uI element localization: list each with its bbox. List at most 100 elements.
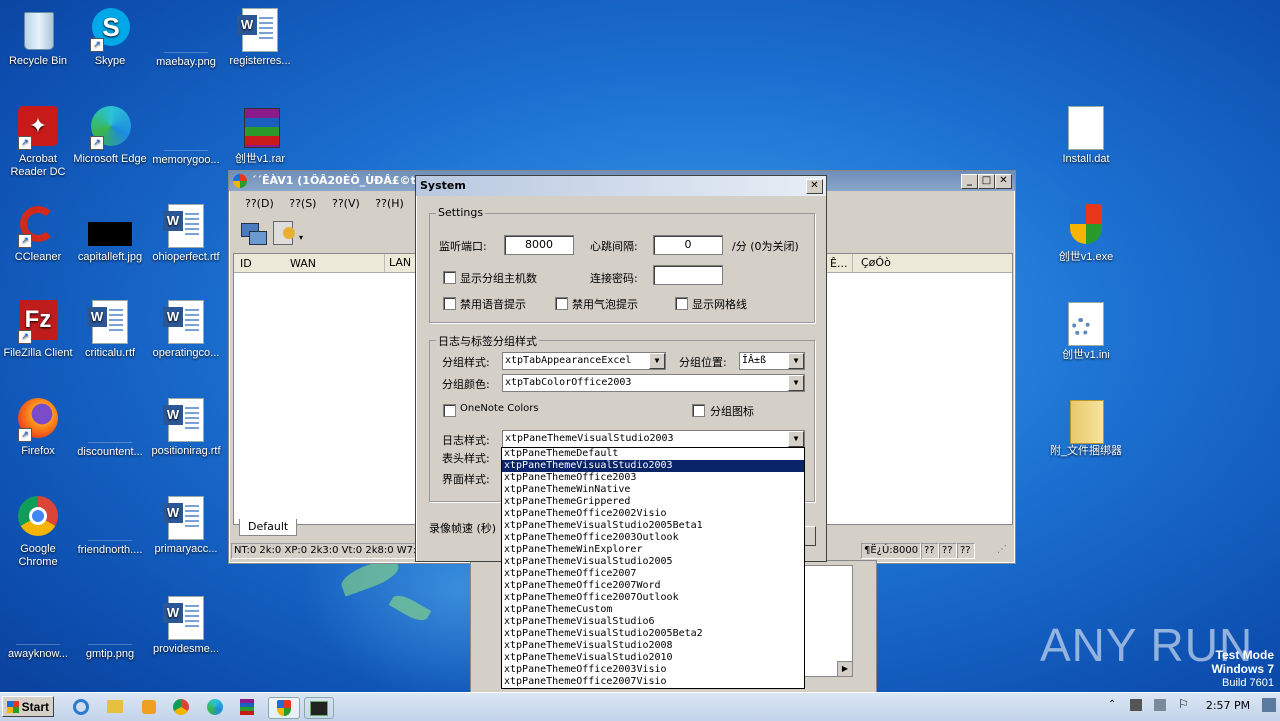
show-desktop-button[interactable]	[1262, 698, 1276, 712]
desktop-icon-positionirag[interactable]: W positionirag.rtf	[148, 398, 224, 458]
close-button[interactable]: ✕	[995, 174, 1012, 189]
desktop-icon-discountent[interactable]: discountent...	[72, 398, 148, 459]
show-grid-checkbox[interactable]	[675, 297, 688, 310]
desktop-icon-operatingco[interactable]: W operatingco...	[148, 300, 224, 360]
tray-network-icon[interactable]	[1154, 699, 1166, 711]
desktop-icon-awayknow[interactable]: awayknow...	[0, 600, 76, 661]
dropdown-option[interactable]: xtpPaneThemeVisualStudio2003	[502, 460, 804, 472]
chevron-down-icon[interactable]: ▼	[788, 431, 804, 447]
dropdown-option[interactable]: xtpPaneThemeOffice2007Visio	[502, 676, 804, 688]
group-style-select[interactable]: xtpTabAppearanceExcel ▼	[502, 352, 666, 370]
dropdown-option[interactable]: xtpPaneThemeVisualStudio2005Beta2	[502, 628, 804, 640]
dropdown-option[interactable]: xtpPaneThemeVisualStudio2010	[502, 652, 804, 664]
dropdown-option[interactable]: xtpPaneThemeWinExplorer	[502, 544, 804, 556]
desktop-icon-chuangshi-ini[interactable]: 创世v1.ini	[1048, 302, 1124, 362]
dropdown-option[interactable]: xtpPaneThemeWinNative	[502, 484, 804, 496]
tray-clock[interactable]: 2:57 PM	[1192, 699, 1264, 712]
desktop-icon-firefox[interactable]: ↗ Firefox	[0, 398, 76, 458]
dropdown-option[interactable]: xtpPaneThemeCustom	[502, 604, 804, 616]
column-header-id[interactable]: ID	[240, 257, 252, 270]
desktop-icon-maebay[interactable]: maebay.png	[148, 8, 224, 69]
dropdown-option[interactable]: xtpPaneThemeGrippered	[502, 496, 804, 508]
desktop-icon-gmtip[interactable]: gmtip.png	[72, 600, 148, 661]
media-player-icon[interactable]	[138, 697, 160, 717]
tab-default[interactable]: Default	[239, 519, 298, 536]
explorer-folder-icon[interactable]	[104, 697, 126, 717]
desktop-icon-chrome[interactable]: Google Chrome	[0, 496, 76, 569]
dropdown-option[interactable]: xtpPaneThemeVisualStudio6	[502, 616, 804, 628]
column-header-region[interactable]: ÇøÓò	[852, 254, 891, 272]
dropdown-option[interactable]: xtpPaneThemeVisualStudio2005Beta1	[502, 520, 804, 532]
tray-flag-icon[interactable]: ⚐	[1178, 697, 1189, 711]
dropdown-option[interactable]: xtpPaneThemeDefault	[502, 448, 804, 460]
tray-expand-icon[interactable]: ⌃	[1108, 699, 1116, 710]
tray-device-icon[interactable]	[1130, 699, 1142, 711]
chevron-down-icon[interactable]: ▾	[299, 233, 303, 242]
desktop-icon-filezilla[interactable]: Fz ↗ FileZilla Client	[0, 300, 76, 360]
dialog-titlebar[interactable]: System ✕	[416, 176, 826, 196]
chevron-down-icon[interactable]: ▼	[788, 353, 804, 369]
dropdown-option[interactable]: xtpPaneThemeOffice2003Visio	[502, 664, 804, 676]
dialog-button-partial[interactable]	[804, 526, 816, 546]
menu-item[interactable]: ??(V)	[326, 195, 366, 213]
ie-icon[interactable]	[70, 697, 92, 717]
desktop-icon-criticalu[interactable]: W criticalu.rtf	[72, 300, 148, 360]
dropdown-option[interactable]: xtpPaneThemeVisualStudio2005	[502, 556, 804, 568]
desktop-icon-ccleaner[interactable]: ↗ CCleaner	[0, 204, 76, 264]
listen-port-input[interactable]: 8000	[504, 235, 574, 255]
disable-bubble-checkbox[interactable]	[555, 297, 568, 310]
desktop-icon-bundler-folder[interactable]: 附_文件捆绑器	[1048, 398, 1124, 458]
desktop-icon-providesme[interactable]: W providesme...	[148, 596, 224, 656]
column-header-ver[interactable]: Ê...	[830, 257, 847, 270]
show-group-hosts-checkbox[interactable]	[443, 271, 456, 284]
app-taskbar-button-active[interactable]	[268, 697, 300, 719]
resize-grip-icon[interactable]: ⋰	[995, 543, 1009, 557]
desktop-icon-acrobat[interactable]: ✦ ↗ Acrobat Reader DC	[0, 106, 76, 179]
column-header-wan[interactable]: WAN	[290, 257, 316, 270]
chrome-taskbar-icon[interactable]	[170, 697, 192, 717]
disable-voice-checkbox[interactable]	[443, 297, 456, 310]
conn-password-input[interactable]	[653, 265, 723, 285]
desktop-icon-memorygoo[interactable]: memorygoo...	[148, 106, 224, 167]
desktop-icon-ohioperfect[interactable]: W ohioperfect.rtf	[148, 204, 224, 264]
menu-item[interactable]: ??(H)	[369, 195, 410, 213]
chevron-down-icon[interactable]: ▼	[788, 375, 804, 391]
minimize-button[interactable]: _	[961, 174, 978, 189]
desktop-icon-chuangshi-exe[interactable]: 创世v1.exe	[1048, 204, 1124, 264]
log-style-select[interactable]: xtpPaneThemeVisualStudio2003 ▼	[502, 430, 805, 448]
toolbar-computers-icon[interactable]	[239, 219, 269, 247]
group-color-select[interactable]: xtpTabColorOffice2003 ▼	[502, 374, 805, 392]
menu-item[interactable]: ??(S)	[283, 195, 322, 213]
dropdown-option[interactable]: xtpPaneThemeOffice2003Outlook	[502, 532, 804, 544]
desktop-icon-friendnorth[interactable]: friendnorth....	[72, 496, 148, 557]
desktop-icon-skype[interactable]: S ↗ Skype	[72, 8, 148, 68]
dialog-close-button[interactable]: ✕	[806, 179, 823, 194]
scroll-right-button[interactable]: ▶	[837, 661, 853, 677]
log-style-dropdown-list[interactable]: xtpPaneThemeDefault xtpPaneThemeVisualStu…	[501, 447, 805, 689]
heartbeat-input[interactable]: 0	[653, 235, 723, 255]
desktop-icon-edge[interactable]: ↗ Microsoft Edge	[72, 106, 148, 166]
dropdown-option[interactable]: xtpPaneThemeVisualStudio2008	[502, 640, 804, 652]
maximize-button[interactable]: □	[978, 174, 995, 189]
dropdown-option[interactable]: xtpPaneThemeOffice2002Visio	[502, 508, 804, 520]
start-button[interactable]: Start	[2, 696, 54, 717]
desktop-icon-capitalleft[interactable]: capitalleft.jpg	[72, 204, 148, 264]
dropdown-option[interactable]: xtpPaneThemeOffice2003	[502, 472, 804, 484]
dropdown-option[interactable]: xtpPaneThemeOffice2007Outlook	[502, 592, 804, 604]
column-header-lan[interactable]: LAN	[384, 254, 411, 272]
chevron-down-icon[interactable]: ▼	[649, 353, 665, 369]
dropdown-option[interactable]: xtpPaneThemeOffice2007Word	[502, 580, 804, 592]
group-icon-checkbox[interactable]	[692, 404, 705, 417]
desktop-icon-primaryacc[interactable]: W primaryacc...	[148, 496, 224, 556]
winrar-taskbar-icon[interactable]	[236, 697, 258, 717]
toolbar-settings-icon[interactable]: ▾	[271, 219, 307, 247]
desktop-icon-recycle-bin[interactable]: Recycle Bin	[0, 8, 76, 68]
dropdown-option[interactable]: xtpPaneThemeOffice2007	[502, 568, 804, 580]
menu-item[interactable]: ??(D)	[239, 195, 280, 213]
onenote-colors-checkbox[interactable]	[443, 404, 456, 417]
console-taskbar-icon[interactable]	[304, 697, 334, 719]
desktop-icon-install-dat[interactable]: Install.dat	[1048, 106, 1124, 166]
edge-taskbar-icon[interactable]	[204, 697, 226, 717]
desktop-icon-registerres[interactable]: W registerres...	[222, 8, 298, 68]
group-position-select[interactable]: ÎÂ±ß ▼	[739, 352, 805, 370]
